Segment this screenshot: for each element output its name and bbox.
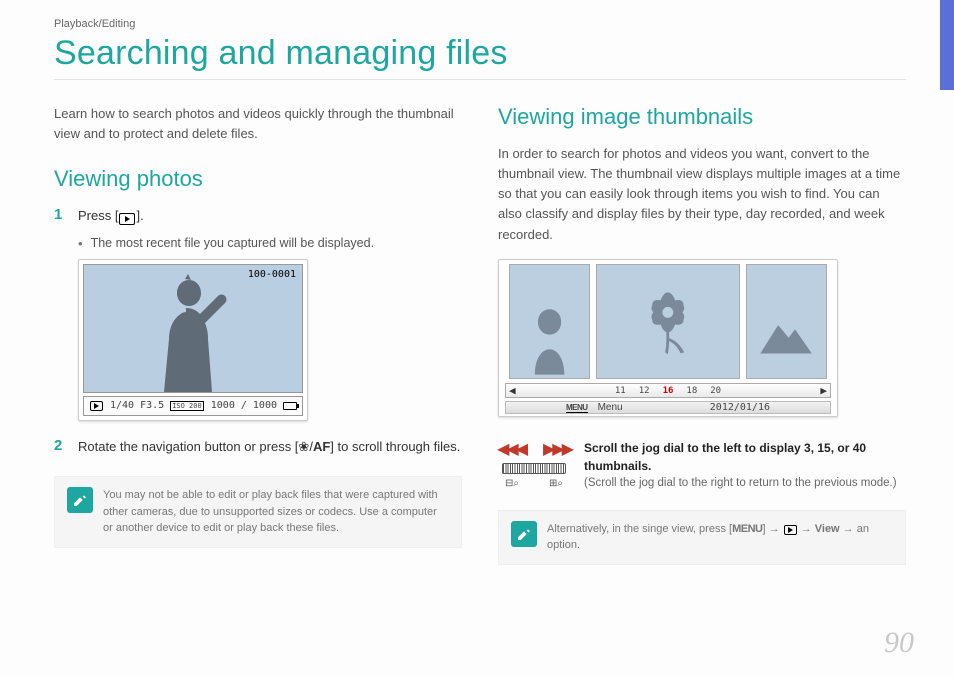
page-title: Searching and managing files	[54, 34, 906, 73]
step1-text-b: ].	[136, 208, 143, 223]
file-number-label: 100-0001	[248, 269, 296, 280]
counter-value: 1000 / 1000	[211, 400, 277, 411]
strip-num: 20	[710, 386, 721, 396]
playback-icon	[90, 401, 103, 411]
dial-icon	[502, 463, 566, 474]
thumbnail-row	[503, 264, 833, 380]
camera-preview-single: 100-0001 1/40 F3.5 ISO 200 1000 / 1000	[78, 259, 308, 421]
date-label: 2012/01/16	[710, 402, 770, 413]
callout-part-a: Alternatively, in the singe view, press …	[547, 523, 732, 535]
step-number: 1	[54, 206, 68, 226]
step-number: 2	[54, 437, 68, 457]
callout-view-word: View	[815, 523, 840, 535]
arrow-left-icon: ◀◀◀	[497, 439, 525, 459]
menu-label: Menu	[598, 402, 623, 413]
step-body: Rotate the navigation button or press [❀…	[78, 437, 460, 457]
preview-photo: 100-0001	[83, 264, 303, 393]
person-silhouette-icon	[134, 272, 244, 392]
step2-text-b: ] to scroll through files.	[330, 439, 460, 454]
playback-icon	[119, 213, 135, 225]
note-icon	[67, 487, 93, 513]
strip-num: 18	[686, 386, 697, 396]
jog-dial-instruction: ◀◀◀ ▶▶▶ ⊟⌕ ⊞⌕ Scroll the jog dial to the…	[498, 439, 906, 492]
step1-text-a: Press [	[78, 208, 118, 223]
thumbnail	[509, 264, 590, 380]
chevron-right-icon[interactable]: ▶	[820, 384, 827, 397]
page-number: 90	[884, 626, 914, 660]
thumbnail-bottom-bar: MENU Menu 2012/01/16	[505, 401, 831, 414]
date-strip: ◀ 11 12 16 18 20 ▶	[505, 383, 831, 398]
step-2: 2 Rotate the navigation button or press …	[54, 437, 462, 457]
step1-bullet: The most recent file you captured will b…	[78, 236, 462, 251]
strip-num-active: 16	[663, 386, 674, 396]
zoom-in-icon: ⊞⌕	[549, 478, 563, 489]
callout-text: You may not be able to edit or play back…	[103, 487, 449, 537]
jog-dial-icon: ◀◀◀ ▶▶▶ ⊟⌕ ⊞⌕	[498, 439, 570, 489]
step-body: Press [].	[78, 206, 144, 226]
menu-icon: MENU	[566, 403, 588, 413]
strip-num: 11	[615, 386, 626, 396]
zoom-out-icon: ⊟⌕	[505, 478, 519, 489]
thumbnails-intro: In order to search for photos and videos…	[498, 144, 906, 245]
callout-part-b: ] →	[762, 523, 782, 535]
callout-text: Alternatively, in the singe view, press …	[547, 521, 893, 554]
preview-info-bar: 1/40 F3.5 ISO 200 1000 / 1000	[83, 396, 303, 416]
jog-text: Scroll the jog dial to the left to displ…	[584, 439, 906, 492]
step2-text-a: Rotate the navigation button or press [	[78, 439, 298, 454]
heading-viewing-photos: Viewing photos	[54, 166, 462, 192]
jog-sub-text: (Scroll the jog dial to the right to ret…	[584, 475, 906, 492]
intro-text: Learn how to search photos and videos qu…	[54, 104, 462, 144]
af-icon: AF	[313, 439, 330, 454]
menu-word-icon: MENU	[732, 523, 762, 535]
horizontal-rule	[54, 79, 906, 80]
breadcrumb: Playback/Editing	[54, 18, 906, 30]
zoom-icons: ⊟⌕ ⊞⌕	[505, 478, 563, 489]
iso-value: ISO 200	[170, 401, 204, 411]
date-numbers: 11 12 16 18 20	[615, 386, 721, 396]
note-callout: Alternatively, in the singe view, press …	[498, 510, 906, 565]
battery-icon	[283, 402, 297, 410]
thumbnail	[746, 264, 827, 380]
note-callout: You may not be able to edit or play back…	[54, 476, 462, 548]
arrow-right-icon: ▶▶▶	[543, 439, 571, 459]
macro-icon: ❀	[298, 439, 309, 454]
thumbnail-center	[596, 264, 740, 380]
shutter-value: 1/40	[110, 400, 134, 411]
side-tab	[940, 0, 954, 90]
aperture-value: F3.5	[140, 400, 164, 411]
left-column: Learn how to search photos and videos qu…	[54, 104, 462, 565]
callout-part-c: →	[798, 523, 815, 535]
playback-icon	[784, 525, 797, 535]
heading-viewing-thumbnails: Viewing image thumbnails	[498, 104, 906, 130]
strip-num: 12	[639, 386, 650, 396]
bullet-text: The most recent file you captured will b…	[91, 236, 374, 251]
jog-bold-text: Scroll the jog dial to the left to displ…	[584, 439, 906, 475]
right-column: Viewing image thumbnails In order to sea…	[498, 104, 906, 565]
camera-preview-thumbnails: ◀ 11 12 16 18 20 ▶ MENU Menu 2012/01/16	[498, 259, 838, 417]
step-1: 1 Press [].	[54, 206, 462, 226]
chevron-left-icon[interactable]: ◀	[509, 384, 516, 397]
note-icon	[511, 521, 537, 547]
